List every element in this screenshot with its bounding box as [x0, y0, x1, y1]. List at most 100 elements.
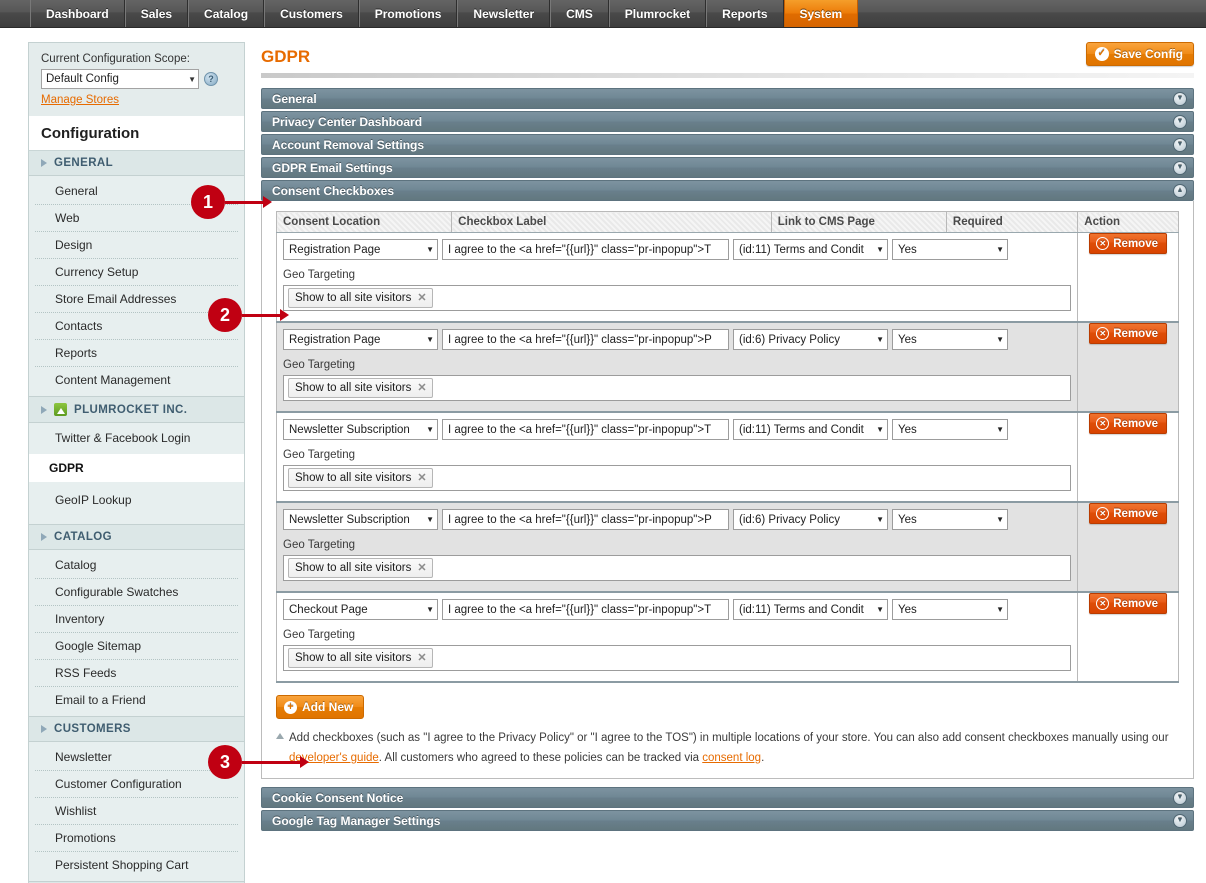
geo-targeting-input[interactable]: Show to all site visitors ✕ [283, 465, 1072, 491]
nav-group-plumrocket-inc[interactable]: PLUMROCKET INC. [28, 397, 245, 423]
sidebar-item-design[interactable]: Design [35, 232, 238, 259]
sidebar-item-gdpr[interactable]: GDPR [28, 454, 245, 482]
sidebar-item-configurable-swatches[interactable]: Configurable Swatches [35, 579, 238, 606]
nav-group-label: CATALOG [54, 531, 112, 543]
sidebar-item-currency-setup[interactable]: Currency Setup [35, 259, 238, 286]
manage-stores-link[interactable]: Manage Stores [41, 94, 119, 106]
sidebar-item-reports[interactable]: Reports [35, 340, 238, 367]
consent-log-link[interactable]: consent log [702, 752, 761, 764]
nav-tab-cms[interactable]: CMS [550, 0, 609, 27]
geo-targeting-tag[interactable]: Show to all site visitors ✕ [288, 648, 433, 668]
consent-location-select[interactable]: Registration Page ▼ [283, 329, 438, 350]
remove-button[interactable]: ✕ Remove [1089, 503, 1167, 524]
sidebar-item-twitter-facebook-login[interactable]: Twitter & Facebook Login [35, 425, 238, 451]
link-to-cms-page-select[interactable]: (id:11) Terms and Condit ▼ [733, 599, 888, 620]
sidebar-item-inventory[interactable]: Inventory [35, 606, 238, 633]
section-header-google-tag-manager-settings[interactable]: Google Tag Manager Settings ▼ [261, 810, 1194, 832]
geo-targeting-tag[interactable]: Show to all site visitors ✕ [288, 378, 433, 398]
checkbox-label-input[interactable]: I agree to the <a href="{{url}}" class="… [442, 509, 729, 530]
annotation-number: 3 [208, 745, 242, 779]
remove-button[interactable]: ✕ Remove [1089, 413, 1167, 434]
save-config-button[interactable]: ✓ Save Config [1085, 42, 1194, 66]
link-to-cms-page-select[interactable]: (id:11) Terms and Condit ▼ [733, 239, 888, 260]
sidebar-item-rss-feeds[interactable]: RSS Feeds [35, 660, 238, 687]
sidebar-item-geoip-lookup[interactable]: GeoIP Lookup [35, 484, 238, 521]
close-icon[interactable]: ✕ [417, 561, 426, 574]
section-header-privacy-center-dashboard[interactable]: Privacy Center Dashboard ▼ [261, 111, 1194, 132]
section-header-cookie-consent-notice[interactable]: Cookie Consent Notice ▼ [261, 787, 1194, 809]
required-select[interactable]: Yes ▼ [892, 239, 1008, 260]
nav-tab-dashboard[interactable]: Dashboard [30, 0, 125, 27]
checkbox-label-input[interactable]: I agree to the <a href="{{url}}" class="… [442, 329, 729, 350]
add-new-button[interactable]: + Add New [276, 695, 365, 719]
required-select-value: Yes [898, 513, 917, 526]
nav-tab-catalog[interactable]: Catalog [188, 0, 265, 27]
geo-targeting-input[interactable]: Show to all site visitors ✕ [283, 285, 1072, 311]
scope-label: Current Configuration Scope: [41, 53, 190, 65]
required-select[interactable]: Yes ▼ [892, 329, 1008, 350]
nav-tab-customers[interactable]: Customers [264, 0, 359, 27]
close-icon[interactable]: ✕ [417, 471, 426, 484]
nav-tab-system[interactable]: System [783, 0, 859, 27]
sidebar-item-persistent-shopping-cart[interactable]: Persistent Shopping Cart [35, 852, 238, 878]
remove-button[interactable]: ✕ Remove [1089, 593, 1167, 614]
column-header-checkbox-label: Checkbox Label [451, 211, 772, 233]
close-icon[interactable]: ✕ [417, 381, 426, 394]
section-header-account-removal-settings[interactable]: Account Removal Settings ▼ [261, 134, 1194, 155]
nav-group-catalog[interactable]: CATALOG [28, 525, 245, 550]
nav-tab-newsletter[interactable]: Newsletter [457, 0, 551, 27]
required-select[interactable]: Yes ▼ [892, 419, 1008, 440]
section-header-gdpr-email-settings[interactable]: GDPR Email Settings ▼ [261, 157, 1194, 178]
geo-targeting-input[interactable]: Show to all site visitors ✕ [283, 555, 1072, 581]
sidebar-item-google-sitemap[interactable]: Google Sitemap [35, 633, 238, 660]
annotation-arrow-shaft [242, 313, 280, 317]
nav-sublist-after: GeoIP Lookup [28, 482, 245, 525]
section-label: Consent Checkboxes [272, 183, 395, 198]
sidebar-item-catalog[interactable]: Catalog [35, 552, 238, 579]
nav-group-general[interactable]: GENERAL [28, 151, 245, 176]
geo-targeting-tag[interactable]: Show to all site visitors ✕ [288, 288, 433, 308]
section-header-general[interactable]: General ▼ [261, 88, 1194, 109]
nav-tab-reports[interactable]: Reports [706, 0, 784, 27]
section-header-consent-checkboxes[interactable]: Consent Checkboxes ▲ [261, 180, 1194, 201]
scope-select[interactable]: Default Config ▼ [41, 69, 199, 89]
chevron-down-icon: ▼ [876, 425, 884, 434]
link-to-cms-page-select[interactable]: (id:11) Terms and Condit ▼ [733, 419, 888, 440]
geo-targeting-input[interactable]: Show to all site visitors ✕ [283, 645, 1072, 671]
nav-tab-plumrocket[interactable]: Plumrocket [608, 0, 707, 27]
nav-group-label: GENERAL [54, 157, 114, 169]
geo-targeting-tag[interactable]: Show to all site visitors ✕ [288, 468, 433, 488]
nav-tab-promotions[interactable]: Promotions [358, 0, 458, 27]
consent-location-select[interactable]: Registration Page ▼ [283, 239, 438, 260]
x-circle-icon: ✕ [1096, 327, 1110, 340]
checkbox-label-input[interactable]: I agree to the <a href="{{url}}" class="… [442, 239, 729, 260]
consent-location-select[interactable]: Newsletter Subscription ▼ [283, 419, 438, 440]
nav-tab-sales[interactable]: Sales [124, 0, 189, 27]
triangle-right-icon [41, 725, 47, 733]
link-to-cms-page-select[interactable]: (id:6) Privacy Policy ▼ [733, 509, 888, 530]
close-icon[interactable]: ✕ [417, 291, 426, 304]
consent-location-select[interactable]: Checkout Page ▼ [283, 599, 438, 620]
configuration-heading: Configuration [28, 116, 245, 151]
remove-button[interactable]: ✕ Remove [1089, 233, 1167, 254]
sidebar-item-email-to-a-friend[interactable]: Email to a Friend [35, 687, 238, 713]
required-select[interactable]: Yes ▼ [892, 599, 1008, 620]
geo-targeting-input[interactable]: Show to all site visitors ✕ [283, 375, 1072, 401]
nav-group-customers[interactable]: CUSTOMERS [28, 717, 245, 742]
close-icon[interactable]: ✕ [417, 651, 426, 664]
link-to-cms-page-select-value: (id:11) Terms and Condit [739, 423, 864, 436]
sidebar-item-content-management[interactable]: Content Management [35, 367, 238, 393]
geo-targeting-label: Geo Targeting [283, 269, 356, 281]
geo-targeting-tag[interactable]: Show to all site visitors ✕ [288, 558, 433, 578]
remove-button[interactable]: ✕ Remove [1089, 323, 1167, 344]
link-to-cms-page-select[interactable]: (id:6) Privacy Policy ▼ [733, 329, 888, 350]
checkbox-label-input[interactable]: I agree to the <a href="{{url}}" class="… [442, 419, 729, 440]
checkbox-label-input[interactable]: I agree to the <a href="{{url}}" class="… [442, 599, 729, 620]
question-mark-icon[interactable]: ? [204, 72, 218, 86]
consent-location-select-value: Newsletter Subscription [289, 513, 410, 526]
sidebar-item-wishlist[interactable]: Wishlist [35, 798, 238, 825]
sidebar-item-promotions[interactable]: Promotions [35, 825, 238, 852]
consent-location-select[interactable]: Newsletter Subscription ▼ [283, 509, 438, 530]
nav-group-label: PLUMROCKET INC. [74, 403, 188, 416]
required-select[interactable]: Yes ▼ [892, 509, 1008, 530]
